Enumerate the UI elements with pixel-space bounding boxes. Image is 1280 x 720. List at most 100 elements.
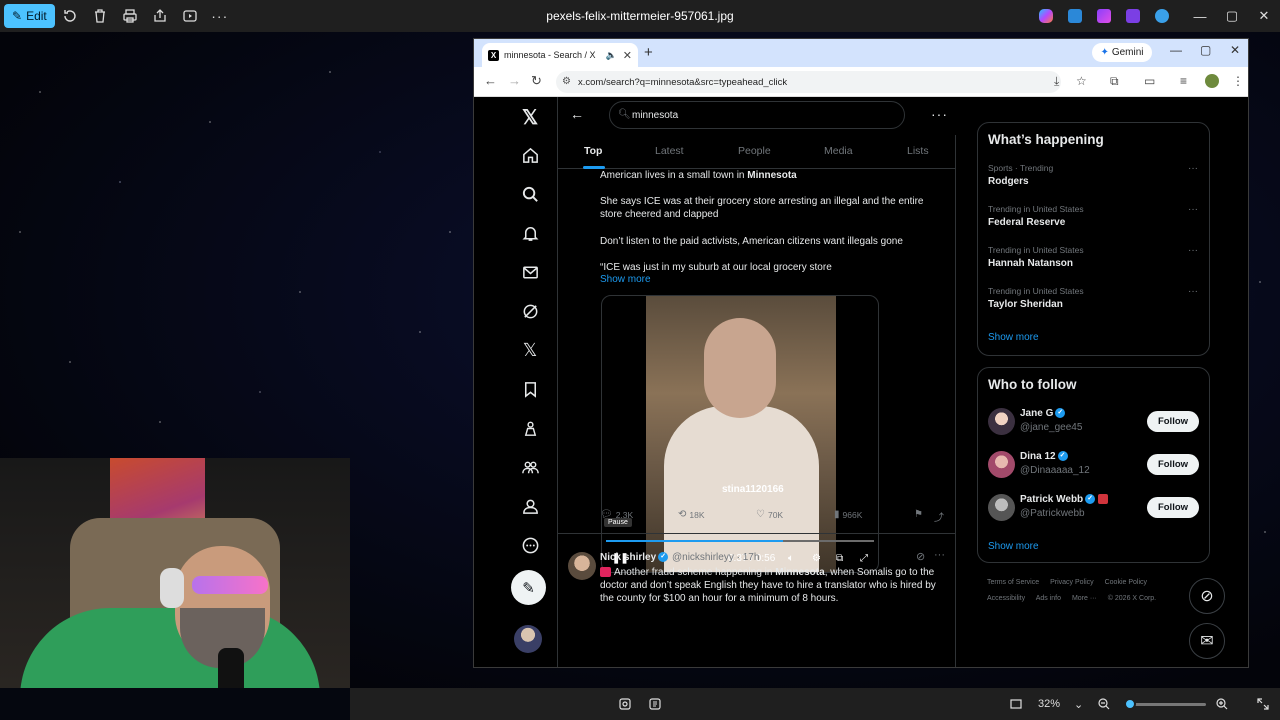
follow-button[interactable]: Follow: [1147, 454, 1199, 475]
browser-close-icon[interactable]: ✕: [1230, 43, 1240, 57]
trend-more-icon[interactable]: ···: [1188, 163, 1198, 174]
maximize-icon[interactable]: ▢: [1216, 0, 1248, 32]
suggested-user-avatar[interactable]: [988, 494, 1015, 521]
slideshow-icon[interactable]: [175, 4, 205, 28]
zoom-slider[interactable]: [1124, 698, 1206, 710]
explore-search-icon[interactable]: [520, 184, 540, 204]
views-button[interactable]: ▮ 966K: [834, 509, 862, 520]
follow-show-more-link[interactable]: Show more: [988, 541, 1039, 552]
home-icon[interactable]: [520, 145, 540, 165]
text-extract-icon[interactable]: [648, 688, 662, 720]
more-circle-icon[interactable]: [520, 535, 540, 555]
video-progress-bar[interactable]: [606, 540, 874, 542]
back-arrow-icon[interactable]: ←: [570, 106, 584, 122]
grok-float-button[interactable]: ⊘: [1189, 578, 1225, 614]
share-action-icon[interactable]: ⤴: [934, 509, 944, 524]
zoom-out-icon[interactable]: [1097, 688, 1111, 720]
suggested-user-name[interactable]: Dina 12 ✓: [1020, 451, 1068, 462]
fullscreen-icon[interactable]: ⤢: [860, 553, 868, 564]
compose-post-button[interactable]: ✎: [511, 570, 546, 605]
search-input[interactable]: 🔍︎ minnesota: [609, 101, 905, 129]
speaker-icon[interactable]: 🔈: [606, 50, 617, 61]
tab-people[interactable]: People: [738, 145, 771, 157]
browser-maximize-icon[interactable]: ▢: [1200, 43, 1211, 57]
edit-button[interactable]: ✎ Edit: [4, 4, 55, 28]
forward-icon[interactable]: →: [508, 73, 521, 88]
profile-icon[interactable]: [520, 496, 540, 516]
tab-latest[interactable]: Latest: [655, 145, 684, 157]
site-info-icon[interactable]: ⚙: [562, 76, 571, 87]
fullscreen-viewer-icon[interactable]: [1256, 688, 1270, 720]
copilot-icon[interactable]: [1031, 9, 1060, 23]
suggested-user-avatar[interactable]: [988, 451, 1015, 478]
delete-icon[interactable]: [85, 4, 115, 28]
show-more-link[interactable]: Show more: [600, 274, 651, 285]
back-icon[interactable]: ←: [484, 73, 497, 88]
trend-more-icon[interactable]: ···: [1188, 204, 1198, 215]
messages-mail-icon[interactable]: [520, 262, 540, 282]
clipchamp-icon[interactable]: [1089, 9, 1118, 23]
bookmarks-icon[interactable]: [520, 379, 540, 399]
footer-link[interactable]: Privacy Policy: [1050, 579, 1094, 586]
tab-lists[interactable]: Lists: [907, 145, 929, 157]
trend-name[interactable]: Federal Reserve: [988, 217, 1065, 228]
trends-show-more-link[interactable]: Show more: [988, 332, 1039, 343]
like-button[interactable]: ♡ 70K: [756, 509, 783, 520]
zoom-slider-thumb[interactable]: [1124, 698, 1136, 710]
suggested-user-name[interactable]: Patrick Webb ✓: [1020, 494, 1109, 505]
jobs-icon[interactable]: [520, 418, 540, 438]
split-view-icon[interactable]: ▭: [1144, 74, 1155, 88]
author-name[interactable]: Nick shirley ✓: [600, 552, 669, 563]
bookmark-star-icon[interactable]: ☆: [1076, 74, 1087, 88]
browser-tab[interactable]: X minnesota - Search / X 🔈 ✕: [482, 43, 638, 67]
zoom-in-icon[interactable]: [1215, 688, 1229, 720]
follow-button[interactable]: Follow: [1147, 411, 1199, 432]
volume-icon[interactable]: 🔈︎: [788, 553, 794, 564]
reply-button[interactable]: 💬︎ 2.3K: [600, 509, 633, 520]
share-icon[interactable]: [145, 4, 175, 28]
tab-close-icon[interactable]: ✕: [623, 49, 632, 62]
install-app-icon[interactable]: ⤓: [1054, 74, 1059, 89]
search-options-icon[interactable]: ···: [931, 106, 948, 122]
trend-more-icon[interactable]: ···: [1188, 286, 1198, 297]
author-avatar[interactable]: [568, 552, 596, 580]
notifications-bell-icon[interactable]: [520, 223, 540, 243]
onedrive-off-icon[interactable]: [1147, 9, 1176, 23]
footer-link[interactable]: Ads info: [1036, 595, 1061, 602]
footer-link[interactable]: Terms of Service: [987, 579, 1039, 586]
video-player[interactable]: stina1120166 Pause ❚❚ 0:37 / 0:56 🔈︎ ⚙ ⧉…: [601, 295, 879, 573]
suggested-user-avatar[interactable]: [988, 408, 1015, 435]
new-tab-icon[interactable]: +: [644, 44, 653, 61]
video-settings-gear-icon[interactable]: ⚙: [812, 553, 821, 564]
picture-in-picture-icon[interactable]: ⧉: [836, 553, 843, 564]
repost-button[interactable]: ⟲ 18K: [678, 509, 705, 520]
minimize-icon[interactable]: —: [1184, 0, 1216, 32]
more-options-icon[interactable]: ···: [205, 4, 235, 28]
url-field[interactable]: ⚙ x.com/search?q=minnesota&src=typeahead…: [556, 71, 1061, 93]
messages-float-button[interactable]: ✉: [1189, 623, 1225, 659]
footer-link[interactable]: Cookie Policy: [1105, 579, 1147, 586]
designer-icon[interactable]: [1060, 9, 1089, 23]
follow-button[interactable]: Follow: [1147, 497, 1199, 518]
tab-top[interactable]: Top: [584, 145, 602, 157]
trend-name[interactable]: Hannah Natanson: [988, 258, 1073, 269]
grok-icon[interactable]: [520, 301, 540, 321]
browser-minimize-icon[interactable]: —: [1170, 43, 1182, 57]
premium-x-icon[interactable]: 𝕏: [520, 340, 540, 360]
extensions-icon[interactable]: ⧉: [1110, 74, 1119, 89]
fit-to-window-icon[interactable]: [1009, 688, 1023, 720]
suggested-user-name[interactable]: Jane G ✓: [1020, 408, 1066, 419]
rotate-icon[interactable]: [55, 4, 85, 28]
browser-menu-icon[interactable]: ⋮: [1232, 74, 1244, 88]
trend-name[interactable]: Rodgers: [988, 176, 1029, 187]
media-controls-icon[interactable]: ≡: [1180, 74, 1187, 88]
profile-avatar[interactable]: [1205, 74, 1219, 88]
trend-more-icon[interactable]: ···: [1188, 245, 1198, 256]
print-icon[interactable]: [115, 4, 145, 28]
tab-media[interactable]: Media: [824, 145, 853, 157]
account-avatar[interactable]: [514, 625, 542, 653]
x-logo-icon[interactable]: 𝕏: [520, 107, 540, 129]
video-editor-icon[interactable]: [1118, 9, 1147, 23]
visual-search-icon[interactable]: [618, 688, 632, 720]
zoom-level-select[interactable]: 32% ⌄: [1038, 688, 1083, 720]
